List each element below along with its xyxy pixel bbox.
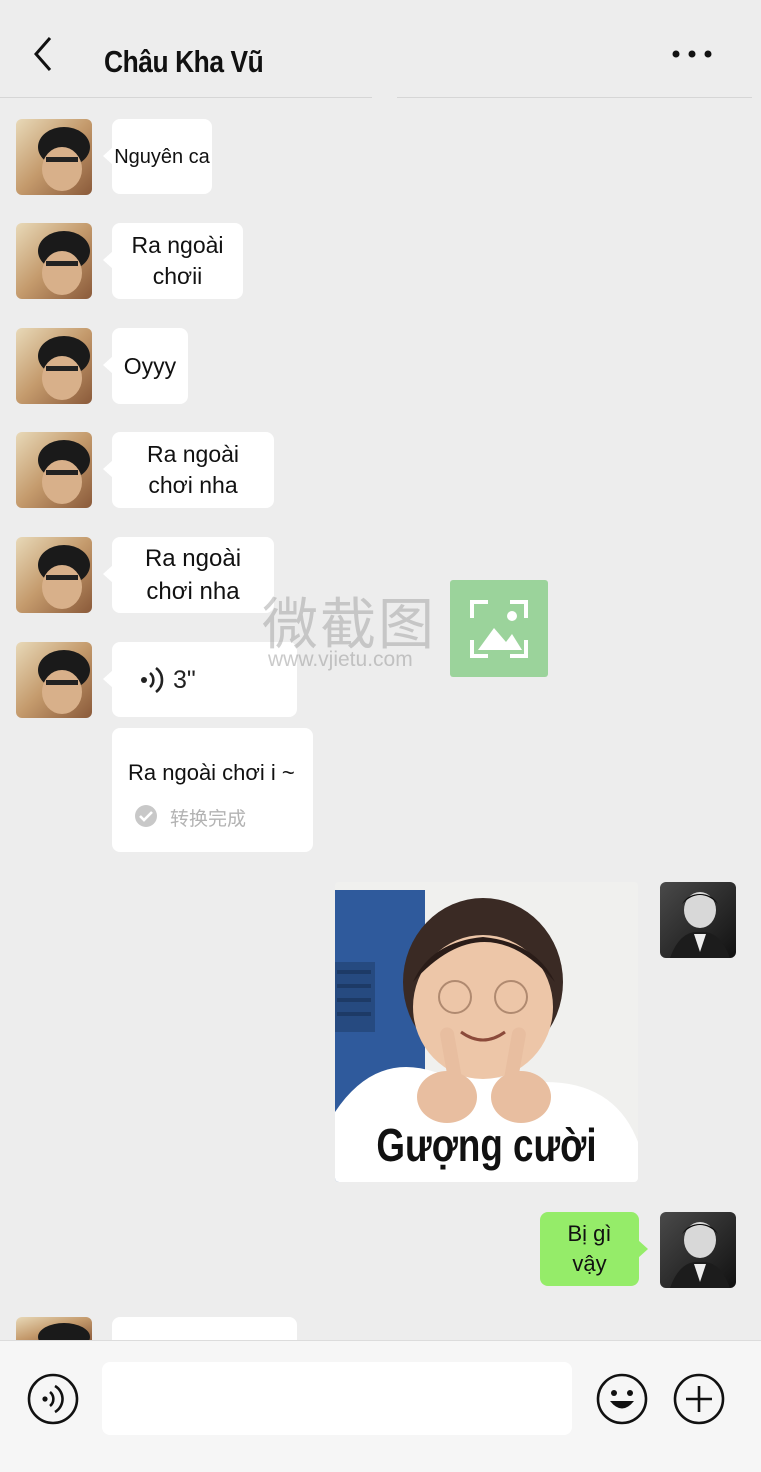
chat-title: Châu Kha Vũ [104,44,264,79]
watermark-logo-icon [450,580,548,677]
sticker-caption: Gượng cười [376,1119,597,1171]
plus-icon[interactable] [672,1372,726,1426]
transcript-status: 转换完成 [170,809,247,830]
contact-avatar[interactable] [16,642,92,718]
check-circle-icon [135,805,157,827]
input-bar [0,1340,761,1472]
watermark-url: www.vjietu.com [268,648,413,671]
message-bubble: Ra ngoài chơii [103,223,243,299]
contact-avatar[interactable] [16,223,92,299]
watermark: 微截图 www.vjietu.com [262,580,552,680]
header-divider [0,97,372,98]
message-bubble: Nguyên ca [103,119,212,194]
transcript-text: Ra ngoài chơi i ~ [128,760,295,785]
message-bubble: Ra ngoài chơi nha [103,432,274,508]
my-avatar[interactable] [660,882,736,958]
message-bubble: Ra ngoài chơi nha [103,537,274,613]
contact-avatar[interactable] [16,432,92,508]
sticker-image[interactable]: Gượng cười [335,882,638,1182]
emoji-icon[interactable] [595,1372,649,1426]
message-input[interactable] [102,1362,572,1435]
sent-message-bubble: Bị gì vậy [540,1212,648,1286]
header-divider [397,97,752,98]
more-options-icon[interactable] [668,38,716,70]
chat-header: Châu Kha Vũ [0,0,761,98]
voice-duration: 3" [173,666,196,694]
contact-avatar[interactable] [16,537,92,613]
back-arrow-icon[interactable] [28,34,60,74]
contact-avatar[interactable] [16,119,92,195]
voice-transcript: Ra ngoài chơi i ~ 转换完成 [112,728,313,852]
contact-avatar[interactable] [16,328,92,404]
voice-input-icon[interactable] [26,1372,80,1426]
contact-avatar[interactable] [16,1317,92,1341]
my-avatar[interactable] [660,1212,736,1288]
voice-wave-icon [141,666,164,694]
message-bubble: Oyyy [103,328,188,404]
